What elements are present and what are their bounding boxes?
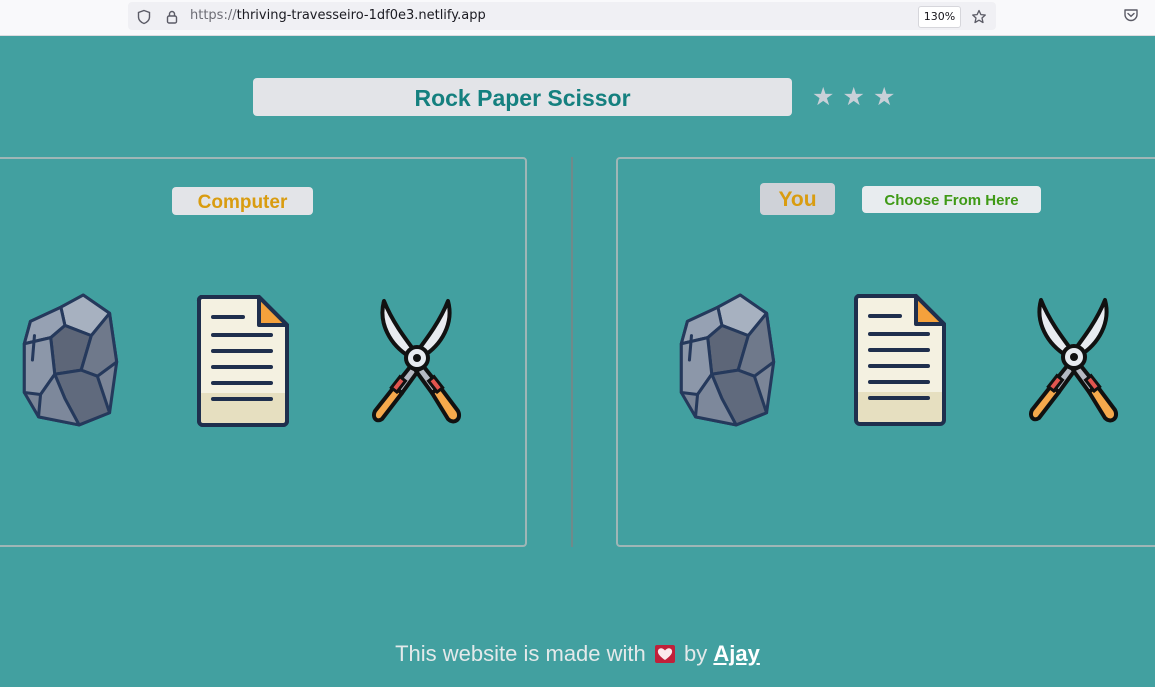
footer: This website is made with by Ajay xyxy=(0,641,1155,667)
url-host: thriving-travesseiro-1df0e3.netlify.app xyxy=(236,8,486,23)
computer-paper-icon xyxy=(196,295,289,427)
address-bar[interactable]: https://thriving-travesseiro-1df0e3.netl… xyxy=(128,2,996,30)
author-link[interactable]: Ajay xyxy=(713,641,759,666)
url-text[interactable]: https://thriving-travesseiro-1df0e3.netl… xyxy=(190,8,486,23)
zoom-level-badge[interactable]: 130% xyxy=(918,6,961,28)
player-rock-choice[interactable] xyxy=(677,293,779,429)
player-paper-choice[interactable] xyxy=(852,292,948,428)
you-label: You xyxy=(760,183,835,215)
page-title: Rock Paper Scissor xyxy=(253,78,792,116)
lock-icon[interactable] xyxy=(164,9,180,25)
url-scheme: https:// xyxy=(190,8,237,23)
shield-icon[interactable] xyxy=(136,9,152,25)
bookmark-star-icon[interactable] xyxy=(971,9,987,25)
heart-icon xyxy=(654,645,675,663)
score-stars: ★ ★ ★ xyxy=(812,82,898,111)
player-scissors-choice[interactable] xyxy=(1029,294,1119,426)
pocket-icon[interactable] xyxy=(1123,7,1139,23)
choose-hint-label: Choose From Here xyxy=(862,186,1041,213)
panel-divider xyxy=(571,157,573,547)
footer-by: by xyxy=(684,641,708,666)
star-icon: ★ xyxy=(812,82,835,111)
computer-rock-icon xyxy=(22,293,119,427)
star-icon: ★ xyxy=(842,82,865,111)
footer-text: This website is made with xyxy=(395,641,646,666)
computer-scissors-icon xyxy=(372,299,461,424)
computer-label: Computer xyxy=(172,187,313,215)
browser-toolbar: https://thriving-travesseiro-1df0e3.netl… xyxy=(0,0,1155,36)
star-icon: ★ xyxy=(873,82,896,111)
